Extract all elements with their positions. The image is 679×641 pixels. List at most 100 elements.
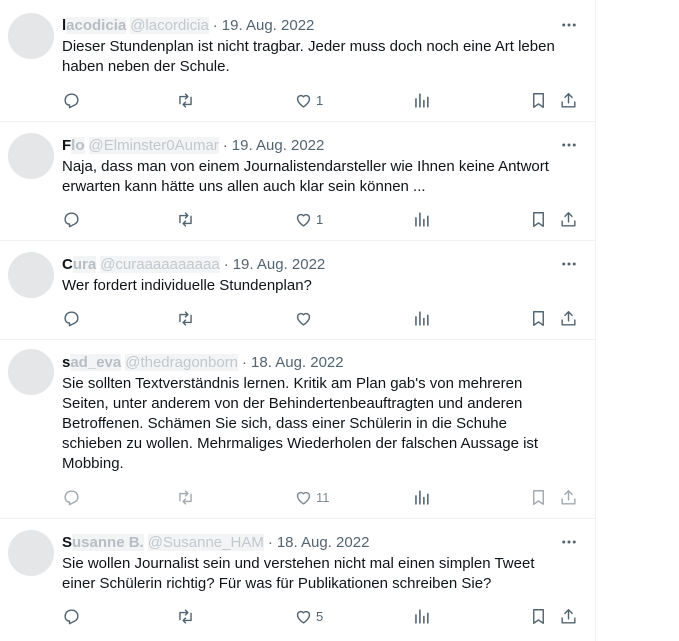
- author-name[interactable]: S: [62, 534, 72, 551]
- bookmark-button[interactable]: [529, 206, 548, 232]
- reply-button[interactable]: [62, 603, 81, 629]
- bookmark-icon: [533, 489, 544, 505]
- heart-icon: [296, 610, 311, 624]
- like-button[interactable]: 5: [294, 603, 323, 629]
- author-name-redacted[interactable]: usanne B.: [72, 533, 144, 551]
- avatar[interactable]: [8, 133, 54, 179]
- like-button[interactable]: 1: [294, 206, 323, 232]
- author-name[interactable]: F: [62, 137, 71, 154]
- views-button[interactable]: [412, 484, 431, 510]
- views-icon: [415, 92, 429, 108]
- more-icon[interactable]: [555, 254, 583, 274]
- share-button[interactable]: [559, 603, 578, 629]
- separator-dot: ·: [242, 353, 248, 371]
- retweet-icon: [179, 608, 192, 624]
- retweet-button[interactable]: [176, 206, 195, 232]
- reply-button[interactable]: [62, 484, 81, 510]
- like-count: 1: [316, 211, 324, 227]
- author-name[interactable]: s: [62, 354, 70, 371]
- more-icon[interactable]: [555, 15, 583, 35]
- heart-icon: [296, 312, 311, 326]
- avatar[interactable]: [8, 530, 54, 576]
- tweet[interactable]: s ad_eva @thedragonborn · 18. Aug. 2022 S…: [0, 340, 595, 519]
- tweet[interactable]: Cura @curaaaaaaaaaa · 19. Aug. 2022 Wer …: [0, 241, 595, 340]
- tweet-header: s ad_eva @thedragonborn · 18. Aug. 2022: [62, 352, 344, 372]
- share-icon: [561, 489, 576, 505]
- retweet-button[interactable]: [176, 87, 195, 113]
- views-button[interactable]: [412, 603, 431, 629]
- author-name-redacted[interactable]: ura: [72, 255, 97, 273]
- views-button[interactable]: [412, 87, 431, 113]
- tweet-actions: 1: [58, 87, 583, 113]
- tweet-date[interactable]: 19. Aug. 2022: [233, 256, 326, 273]
- author-name-redacted[interactable]: ad_eva: [70, 353, 122, 371]
- more-icon[interactable]: [555, 135, 583, 155]
- bookmark-icon: [533, 92, 544, 108]
- like-button[interactable]: 1: [294, 87, 323, 113]
- views-icon: [415, 608, 429, 624]
- avatar[interactable]: [8, 349, 54, 395]
- separator-dot: ·: [222, 136, 228, 154]
- author-handle[interactable]: @Susanne_HAM: [147, 533, 264, 551]
- separator-dot: ·: [212, 16, 218, 34]
- tweet-header: Susanne B. @Susanne_HAM · 18. Aug. 2022: [62, 532, 369, 552]
- author-name-redacted[interactable]: acodicia: [66, 16, 127, 34]
- like-button[interactable]: [294, 305, 316, 331]
- bookmark-button[interactable]: [529, 87, 548, 113]
- retweet-button[interactable]: [176, 603, 195, 629]
- reply-icon: [64, 608, 79, 624]
- share-icon: [561, 211, 576, 227]
- separator-dot: ·: [267, 533, 273, 551]
- reply-icon: [64, 310, 79, 326]
- author-handle[interactable]: @curaaaaaaaaaa: [100, 255, 220, 273]
- share-icon: [561, 608, 576, 624]
- views-button[interactable]: [412, 305, 431, 331]
- tweet-date[interactable]: 19. Aug. 2022: [232, 137, 325, 154]
- tweet-header: Cura @curaaaaaaaaaa · 19. Aug. 2022: [62, 254, 325, 274]
- views-button[interactable]: [412, 206, 431, 232]
- bookmark-icon: [533, 608, 544, 624]
- bookmark-button[interactable]: [529, 305, 548, 331]
- avatar[interactable]: [8, 252, 54, 298]
- retweet-icon: [179, 92, 192, 108]
- share-button[interactable]: [559, 305, 578, 331]
- bookmark-button[interactable]: [529, 603, 548, 629]
- retweet-icon: [179, 489, 192, 505]
- share-icon: [561, 92, 576, 108]
- share-button[interactable]: [559, 87, 578, 113]
- views-icon: [415, 211, 429, 227]
- author-name[interactable]: C: [62, 256, 73, 273]
- avatar[interactable]: [8, 13, 54, 59]
- author-handle[interactable]: @lacordicia: [130, 16, 209, 34]
- tweet-date[interactable]: 19. Aug. 2022: [222, 17, 315, 34]
- reply-button[interactable]: [62, 305, 81, 331]
- tweet[interactable]: Flo @Elminster0Aumar · 19. Aug. 2022 Naj…: [0, 122, 595, 241]
- tweet-text: Naja, dass man von einem Journalistendar…: [62, 158, 549, 195]
- tweet-header: Flo @Elminster0Aumar · 19. Aug. 2022: [62, 135, 324, 155]
- reply-button[interactable]: [62, 206, 81, 232]
- heart-icon: [296, 94, 311, 108]
- tweet-date[interactable]: 18. Aug. 2022: [277, 534, 370, 551]
- separator-dot: ·: [223, 255, 229, 273]
- retweet-icon: [179, 310, 192, 326]
- share-button[interactable]: [559, 484, 578, 510]
- tweet-header: l acodicia @lacordicia · 19. Aug. 2022: [62, 15, 314, 35]
- author-name-redacted[interactable]: lo: [71, 136, 85, 154]
- tweet-text: Wer fordert individuelle Stundenplan?: [62, 277, 312, 294]
- retweet-button[interactable]: [176, 484, 195, 510]
- retweet-button[interactable]: [176, 305, 195, 331]
- tweet-date[interactable]: 18. Aug. 2022: [251, 354, 344, 371]
- reply-button[interactable]: [62, 87, 81, 113]
- reply-icon: [64, 211, 79, 227]
- bookmark-button[interactable]: [529, 484, 548, 510]
- author-handle[interactable]: @Elminster0Aumar: [88, 136, 219, 154]
- more-icon[interactable]: [555, 532, 583, 552]
- tweet[interactable]: l acodicia @lacordicia · 19. Aug. 2022 Di…: [0, 0, 595, 122]
- author-handle[interactable]: @thedragonborn: [125, 353, 239, 371]
- share-button[interactable]: [559, 206, 578, 232]
- tweet-text: Sie wollen Journalist sein und verstehen…: [62, 555, 535, 592]
- tweet-actions: 5: [58, 603, 583, 629]
- like-button[interactable]: 11: [294, 484, 330, 510]
- tweet[interactable]: Susanne B. @Susanne_HAM · 18. Aug. 2022 …: [0, 519, 595, 641]
- heart-icon: [296, 213, 311, 227]
